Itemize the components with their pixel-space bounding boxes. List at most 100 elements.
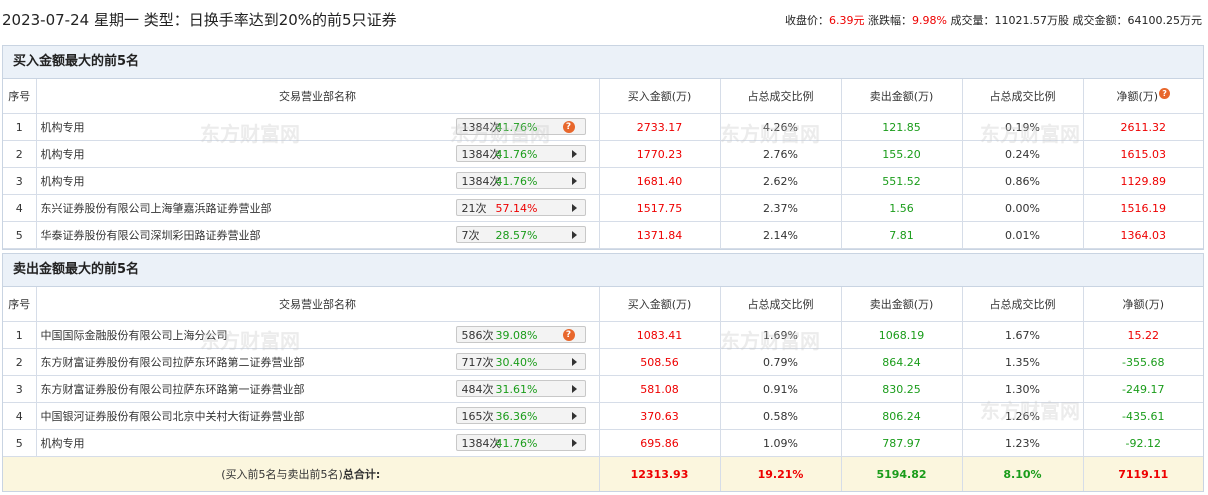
- history-pct: 41.76%: [495, 148, 538, 161]
- branch-name[interactable]: 中国国际金融股份有限公司上海分公司: [41, 329, 228, 342]
- sell-table-header: 序号 交易营业部名称 买入金额(万) 占总成交比例 卖出金额(万) 占总成交比例…: [3, 287, 1203, 322]
- table-row: 1 机构专用 1384次41.76%? 2733.17 4.26% 121.85 0.19%…: [3, 113, 1203, 141]
- col-sell-ratio: 占总成交比例: [962, 79, 1084, 114]
- sell-table: 序号 交易营业部名称 买入金额(万) 占总成交比例 卖出金额(万) 占总成交比例…: [3, 287, 1203, 491]
- history-pill[interactable]: 7次 28.57%: [455, 226, 586, 243]
- sell-ratio: 1.30%: [962, 375, 1084, 403]
- quote-summary: 收盘价：6.39元 涨跌幅：9.98% 成交量：11021.57万股 成交金额：…: [785, 12, 1202, 28]
- arrow-right-icon[interactable]: [571, 412, 577, 420]
- net-amount: 1516.19: [1083, 194, 1203, 222]
- branch-name[interactable]: 东方财富证券股份有限公司拉萨东环路第一证券营业部: [41, 383, 305, 396]
- total-label: (买入前5名与卖出前5名)总合计:: [3, 456, 600, 491]
- row-idx: 1: [3, 321, 37, 349]
- history-pct: 30.40%: [495, 356, 538, 369]
- col-name: 交易营业部名称: [36, 287, 600, 322]
- history-pill[interactable]: 484次 31.61%: [455, 380, 586, 397]
- buy-amount: 581.08: [599, 375, 721, 403]
- history-pct: 39.08%: [495, 329, 538, 342]
- buy-ratio: 2.37%: [720, 194, 842, 222]
- buy-table-body: 1 机构专用 1384次41.76%? 2733.17 4.26% 121.85 0.19%…: [3, 113, 1203, 249]
- table-row: 2 东方财富证券股份有限公司拉萨东环路第二证券营业部 717次 30.40% 508.5…: [3, 348, 1203, 376]
- history-pill[interactable]: 21次 57.14%: [455, 199, 586, 216]
- arrow-right-icon[interactable]: [571, 358, 577, 366]
- buy-ratio: 2.14%: [720, 221, 842, 249]
- branch-name[interactable]: 机构专用: [41, 175, 85, 188]
- branch-cell: 机构专用 1384次41.76%?: [36, 113, 600, 141]
- history-pill[interactable]: 1384次41.76%: [455, 172, 586, 189]
- help-icon[interactable]: ?: [1159, 88, 1171, 99]
- arrow-right-icon[interactable]: [571, 177, 577, 185]
- table-row: 1 中国国际金融股份有限公司上海分公司 586次 39.08%? 1083.41 1.69…: [3, 321, 1203, 349]
- branch-name[interactable]: 东方财富证券股份有限公司拉萨东环路第二证券营业部: [41, 356, 305, 369]
- col-buy: 买入金额(万): [599, 79, 721, 114]
- buy-ratio: 0.79%: [720, 348, 842, 376]
- branch-cell: 机构专用 1384次41.76%: [36, 167, 600, 195]
- history-pill[interactable]: 717次 30.40%: [455, 353, 586, 370]
- arrow-right-icon[interactable]: [571, 231, 577, 239]
- buy-amount: 1517.75: [599, 194, 721, 222]
- sell-table-body: 1 中国国际金融股份有限公司上海分公司 586次 39.08%? 1083.41 1.69…: [3, 321, 1203, 457]
- branch-cell: 东兴证券股份有限公司上海肇嘉浜路证券营业部 21次 57.14%: [36, 194, 600, 222]
- buy-amount: 695.86: [599, 429, 721, 457]
- branch-name[interactable]: 中国银河证券股份有限公司北京中关村大街证券营业部: [41, 410, 305, 423]
- total-label-bold: 总合计:: [342, 468, 381, 481]
- history-pill[interactable]: 1384次41.76%: [455, 434, 586, 451]
- buy-table: 序号 交易营业部名称 买入金额(万) 占总成交比例 卖出金额(万) 占总成交比例…: [3, 79, 1203, 249]
- buy-ratio: 4.26%: [720, 113, 842, 141]
- question-icon[interactable]: ?: [562, 329, 575, 341]
- sell-ratio: 1.26%: [962, 402, 1084, 430]
- net-amount: 1615.03: [1083, 140, 1203, 168]
- branch-cell: 东方财富证券股份有限公司拉萨东环路第二证券营业部 717次 30.40%: [36, 348, 600, 376]
- close-value: 6.39元: [829, 14, 865, 27]
- col-idx: 序号: [3, 287, 37, 322]
- arrow-right-icon[interactable]: [571, 385, 577, 393]
- col-sell-ratio: 占总成交比例: [962, 287, 1084, 322]
- row-idx: 2: [3, 140, 37, 168]
- history-pill[interactable]: 1384次41.76%?: [455, 118, 586, 135]
- arrow-right-icon[interactable]: [571, 150, 577, 158]
- branch-cell: 中国银河证券股份有限公司北京中关村大街证券营业部 165次 36.36%: [36, 402, 600, 430]
- net-amount: -249.17: [1083, 375, 1203, 403]
- history-pill[interactable]: 165次 36.36%: [455, 407, 586, 424]
- col-net: 净额(万): [1083, 287, 1203, 322]
- table-row: 3 东方财富证券股份有限公司拉萨东环路第一证券营业部 484次 31.61% 581.0…: [3, 375, 1203, 403]
- net-amount: 1129.89: [1083, 167, 1203, 195]
- row-idx: 3: [3, 167, 37, 195]
- sell-section-title: 卖出金额最大的前5名: [3, 254, 1203, 287]
- history-count: 1384次: [461, 175, 501, 188]
- row-idx: 1: [3, 113, 37, 141]
- buy-amount: 1083.41: [599, 321, 721, 349]
- sell-amount: 830.25: [841, 375, 963, 403]
- history-count: 1384次: [461, 437, 501, 450]
- branch-name[interactable]: 机构专用: [41, 121, 85, 134]
- question-icon[interactable]: ?: [562, 121, 575, 133]
- sell-ratio: 1.67%: [962, 321, 1084, 349]
- arrow-right-icon[interactable]: [571, 204, 577, 212]
- history-count: 21次: [461, 202, 487, 215]
- branch-cell: 机构专用 1384次41.76%: [36, 429, 600, 457]
- sell-ratio: 1.35%: [962, 348, 1084, 376]
- top-bar: 2023-07-24 星期一 类型：日换手率达到20%的前5只证券 收盘价：6.…: [0, 0, 1208, 38]
- table-row: 3 机构专用 1384次41.76% 1681.40 2.62% 551.52 0.86% 1…: [3, 167, 1203, 195]
- sell-amount: 787.97: [841, 429, 963, 457]
- history-pct: 36.36%: [495, 410, 538, 423]
- total-sell: 5194.82: [841, 456, 963, 491]
- table-row: 2 机构专用 1384次41.76% 1770.23 2.76% 155.20 0.24% 1…: [3, 140, 1203, 168]
- row-idx: 2: [3, 348, 37, 376]
- sell-ratio: 0.01%: [962, 221, 1084, 249]
- branch-name[interactable]: 东兴证券股份有限公司上海肇嘉浜路证券营业部: [41, 202, 272, 215]
- history-pill[interactable]: 1384次41.76%: [455, 145, 586, 162]
- total-buy: 12313.93: [599, 456, 721, 491]
- sell-ratio: 0.24%: [962, 140, 1084, 168]
- buy-ratio: 1.09%: [720, 429, 842, 457]
- branch-name[interactable]: 华泰证券股份有限公司深圳彩田路证券营业部: [41, 229, 261, 242]
- branch-name[interactable]: 机构专用: [41, 148, 85, 161]
- net-amount: 1364.03: [1083, 221, 1203, 249]
- change-label: 涨跌幅：: [868, 14, 913, 27]
- amount-value: 64100.25万元: [1127, 14, 1203, 27]
- sell-amount: 1068.19: [841, 321, 963, 349]
- history-pct: 41.76%: [495, 175, 538, 188]
- history-pill[interactable]: 586次 39.08%?: [455, 326, 586, 343]
- branch-name[interactable]: 机构专用: [41, 437, 85, 450]
- arrow-right-icon[interactable]: [571, 439, 577, 447]
